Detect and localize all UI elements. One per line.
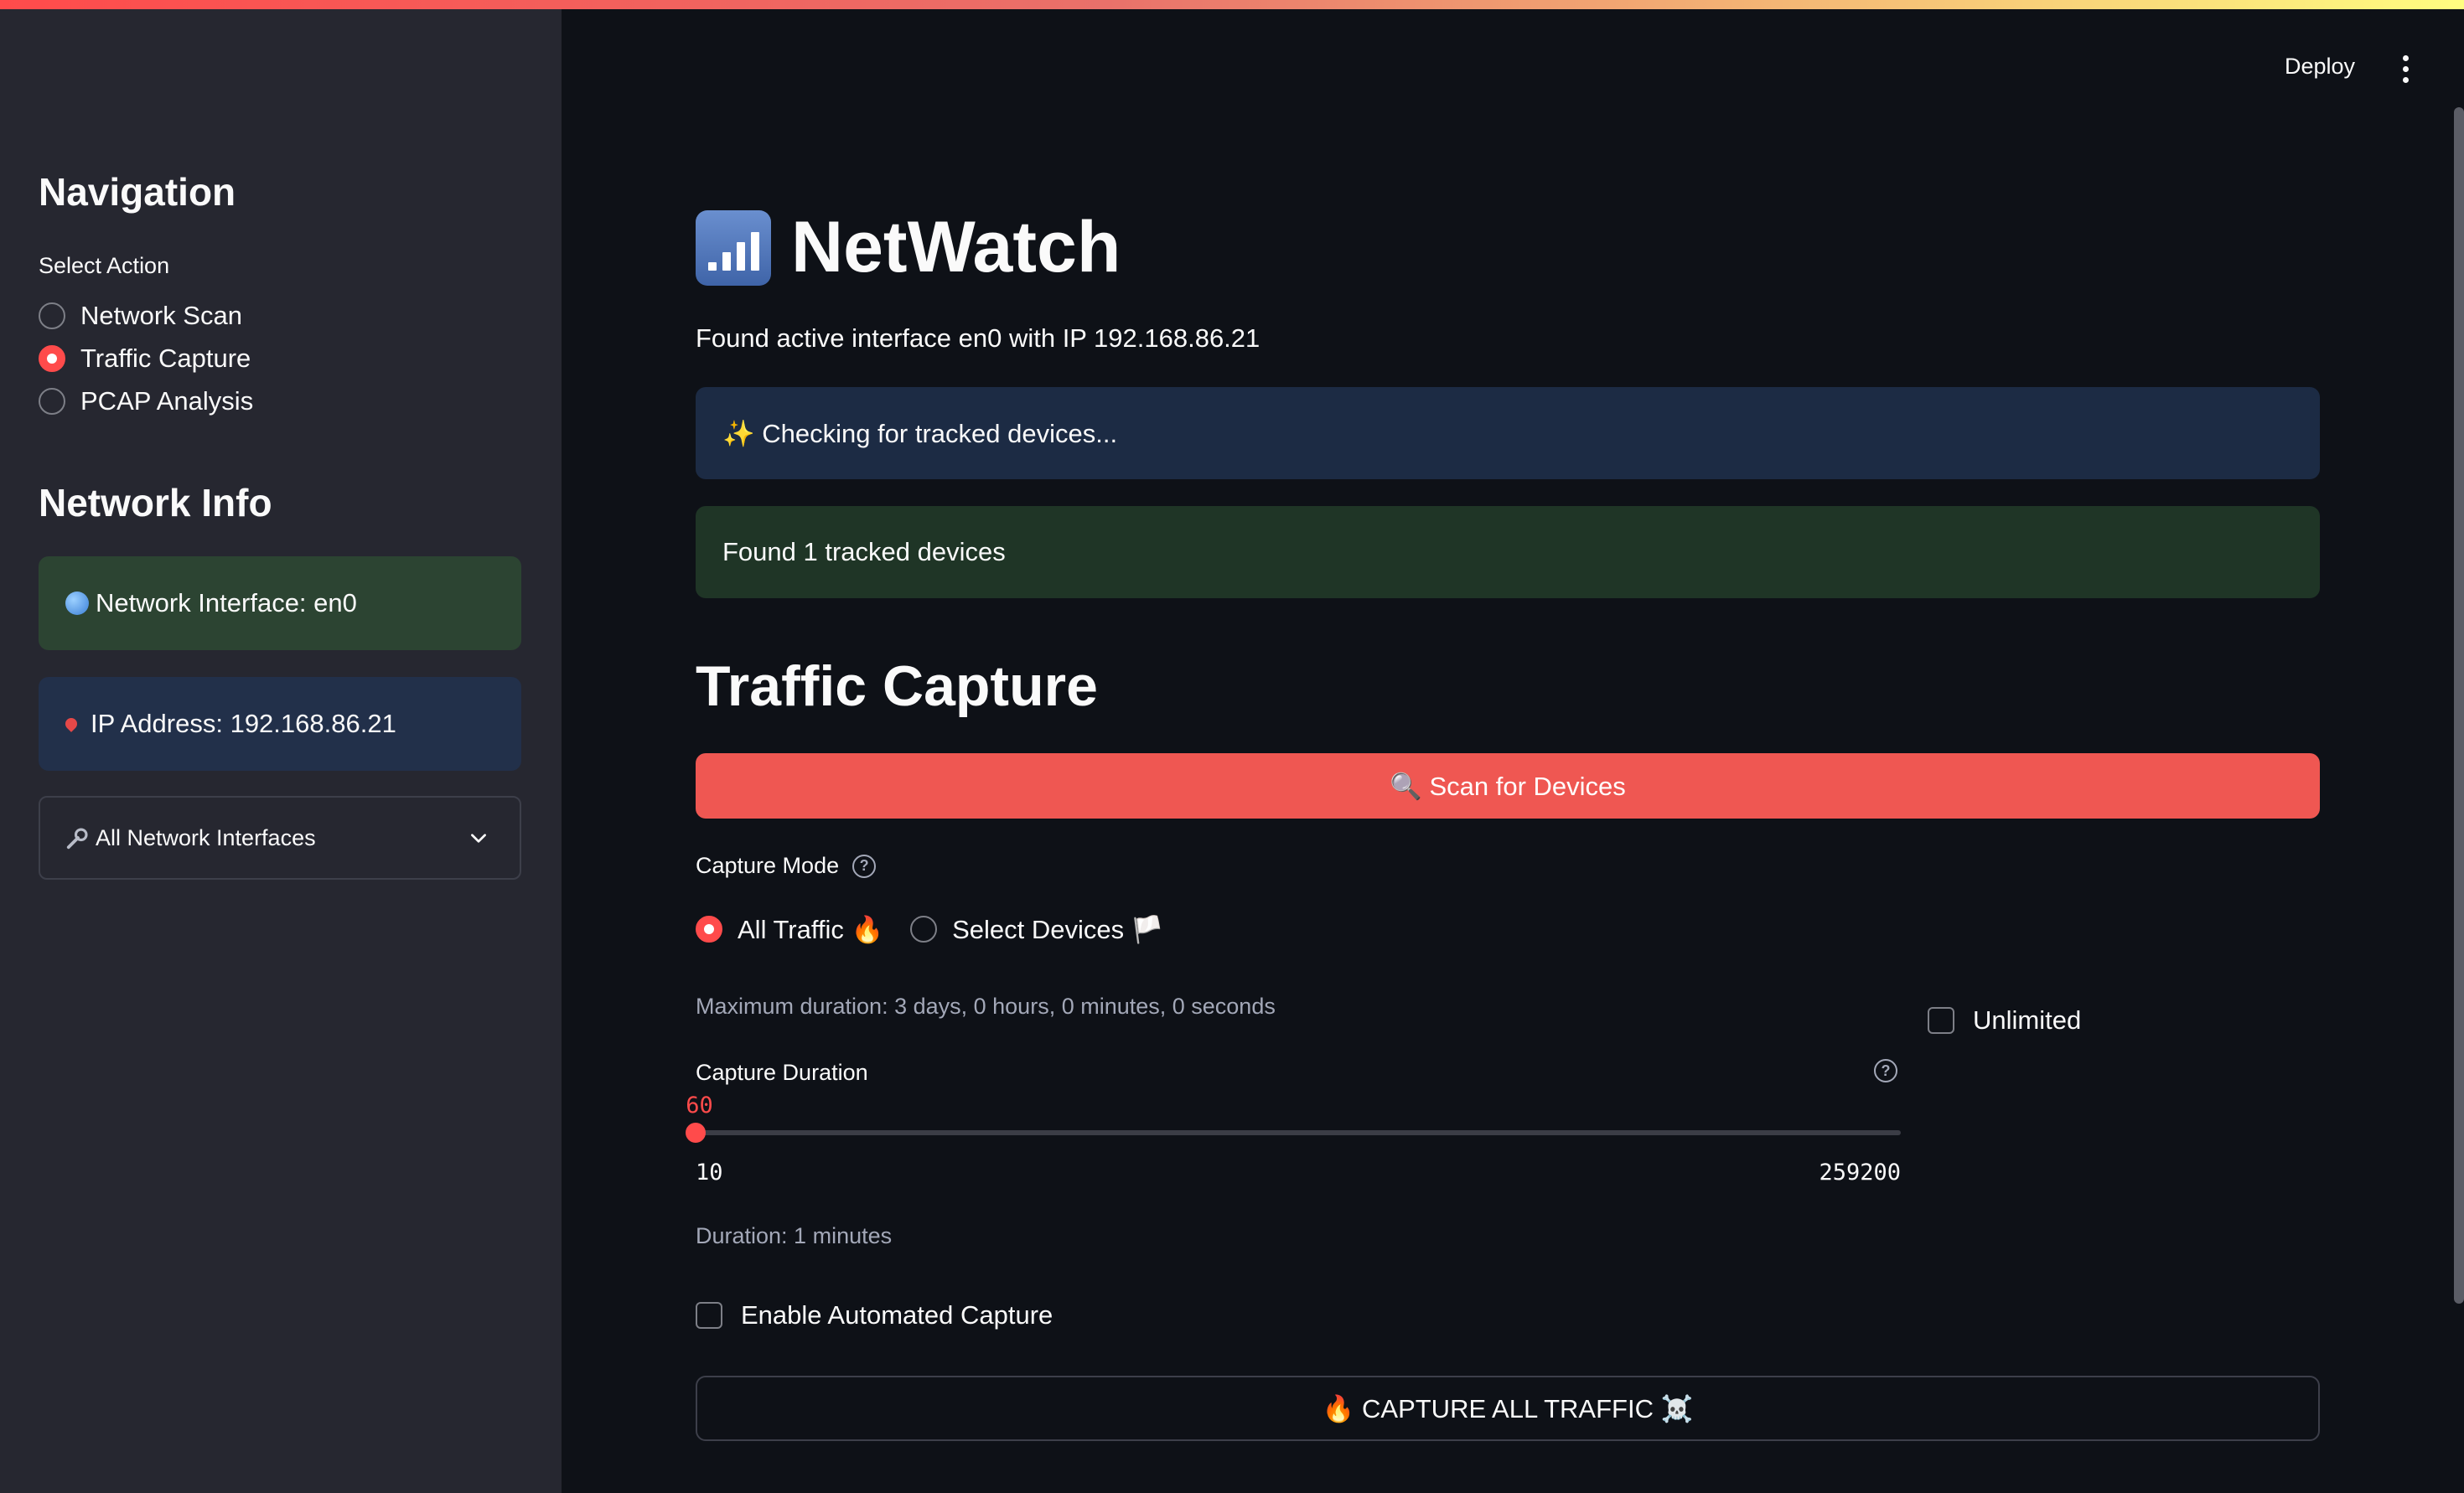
help-icon[interactable]: ?	[852, 854, 877, 878]
max-duration-text: Maximum duration: 3 days, 0 hours, 0 min…	[696, 994, 1276, 1019]
unlimited-label: Unlimited	[1973, 1005, 2082, 1035]
radio-traffic-capture[interactable]: Traffic Capture	[39, 338, 251, 380]
navigation-title: Navigation	[39, 170, 236, 214]
radio-circle-selected[interactable]	[696, 916, 722, 943]
capture-all-traffic-button[interactable]: 🔥 CAPTURE ALL TRAFFIC ☠️	[696, 1376, 2320, 1441]
duration-text: Duration: 1 minutes	[696, 1223, 893, 1248]
header-decoration	[0, 0, 2464, 9]
unlimited-checkbox[interactable]	[1928, 1007, 1954, 1034]
radio-all-traffic[interactable]: All Traffic 🔥	[696, 908, 883, 950]
radio-circle[interactable]	[910, 916, 938, 943]
network-interface-text: Network Interface: en0	[96, 588, 357, 617]
wrench-icon	[66, 828, 88, 850]
deploy-button[interactable]: Deploy	[2285, 54, 2355, 80]
radio-label: PCAP Analysis	[80, 386, 254, 416]
checking-devices-text: ✨ Checking for tracked devices...	[722, 418, 1118, 448]
help-icon[interactable]: ?	[1874, 1059, 1897, 1082]
all-interfaces-expander[interactable]: All Network Interfaces	[39, 796, 521, 880]
select-action-label: Select Action	[39, 253, 170, 278]
radio-select-devices[interactable]: Select Devices 🏳️	[910, 908, 1163, 950]
main-content: Deploy NetWatch Found active interface e…	[562, 0, 2464, 1493]
traffic-capture-heading: Traffic Capture	[696, 654, 1098, 718]
radio-network-scan[interactable]: Network Scan	[39, 295, 242, 337]
duration-slider-thumb[interactable]	[686, 1123, 707, 1143]
unlimited-checkbox-row[interactable]: Unlimited	[1928, 1005, 2081, 1036]
network-interface-box: Network Interface: en0	[39, 556, 521, 650]
kebab-menu-icon[interactable]	[2399, 55, 2412, 83]
slider-max-label: 259200	[1819, 1160, 1901, 1186]
duration-slider-track[interactable]	[696, 1130, 1901, 1135]
radio-circle[interactable]	[39, 302, 65, 329]
found-devices-box: Found 1 tracked devices	[696, 506, 2320, 598]
slider-value-label: 60	[686, 1093, 713, 1118]
ip-address-text: IP Address: 192.168.86.21	[91, 709, 396, 738]
scan-devices-button[interactable]: 🔍 Scan for Devices	[696, 753, 2320, 819]
radio-label: All Traffic 🔥	[738, 914, 884, 944]
sidebar: Navigation Select Action Network Scan Tr…	[0, 0, 562, 1493]
checking-devices-box: ✨ Checking for tracked devices...	[696, 387, 2320, 479]
globe-icon	[65, 592, 89, 615]
network-info-title: Network Info	[39, 481, 272, 524]
pin-icon	[63, 716, 80, 732]
capture-duration-label: Capture Duration	[696, 1060, 868, 1085]
found-devices-text: Found 1 tracked devices	[722, 537, 1006, 566]
radio-label: Traffic Capture	[80, 344, 251, 373]
radio-label: Select Devices 🏳️	[952, 914, 1164, 944]
ip-address-box: IP Address: 192.168.86.21	[39, 677, 521, 771]
page-title-text: NetWatch	[791, 207, 1121, 287]
capture-mode-radio-group: All Traffic 🔥 Select Devices 🏳️	[696, 908, 1163, 950]
signal-bars-icon	[696, 209, 771, 286]
automated-capture-label: Enable Automated Capture	[741, 1300, 1053, 1330]
automated-capture-checkbox[interactable]	[696, 1302, 722, 1329]
capture-mode-label: Capture Mode	[696, 853, 840, 878]
capture-mode-label-row: Capture Mode ?	[696, 853, 877, 879]
radio-circle[interactable]	[39, 388, 65, 415]
radio-pcap-analysis[interactable]: PCAP Analysis	[39, 380, 253, 422]
radio-circle-selected[interactable]	[39, 345, 65, 372]
scrollbar[interactable]	[2454, 107, 2464, 1304]
expander-label: All Network Interfaces	[96, 824, 316, 850]
chevron-down-icon	[471, 834, 486, 843]
automated-capture-checkbox-row[interactable]: Enable Automated Capture	[696, 1300, 1053, 1330]
slider-min-label: 10	[696, 1160, 723, 1186]
found-interface-text: Found active interface en0 with IP 192.1…	[696, 323, 1260, 353]
page-title: NetWatch	[696, 206, 1121, 289]
radio-label: Network Scan	[80, 301, 242, 330]
